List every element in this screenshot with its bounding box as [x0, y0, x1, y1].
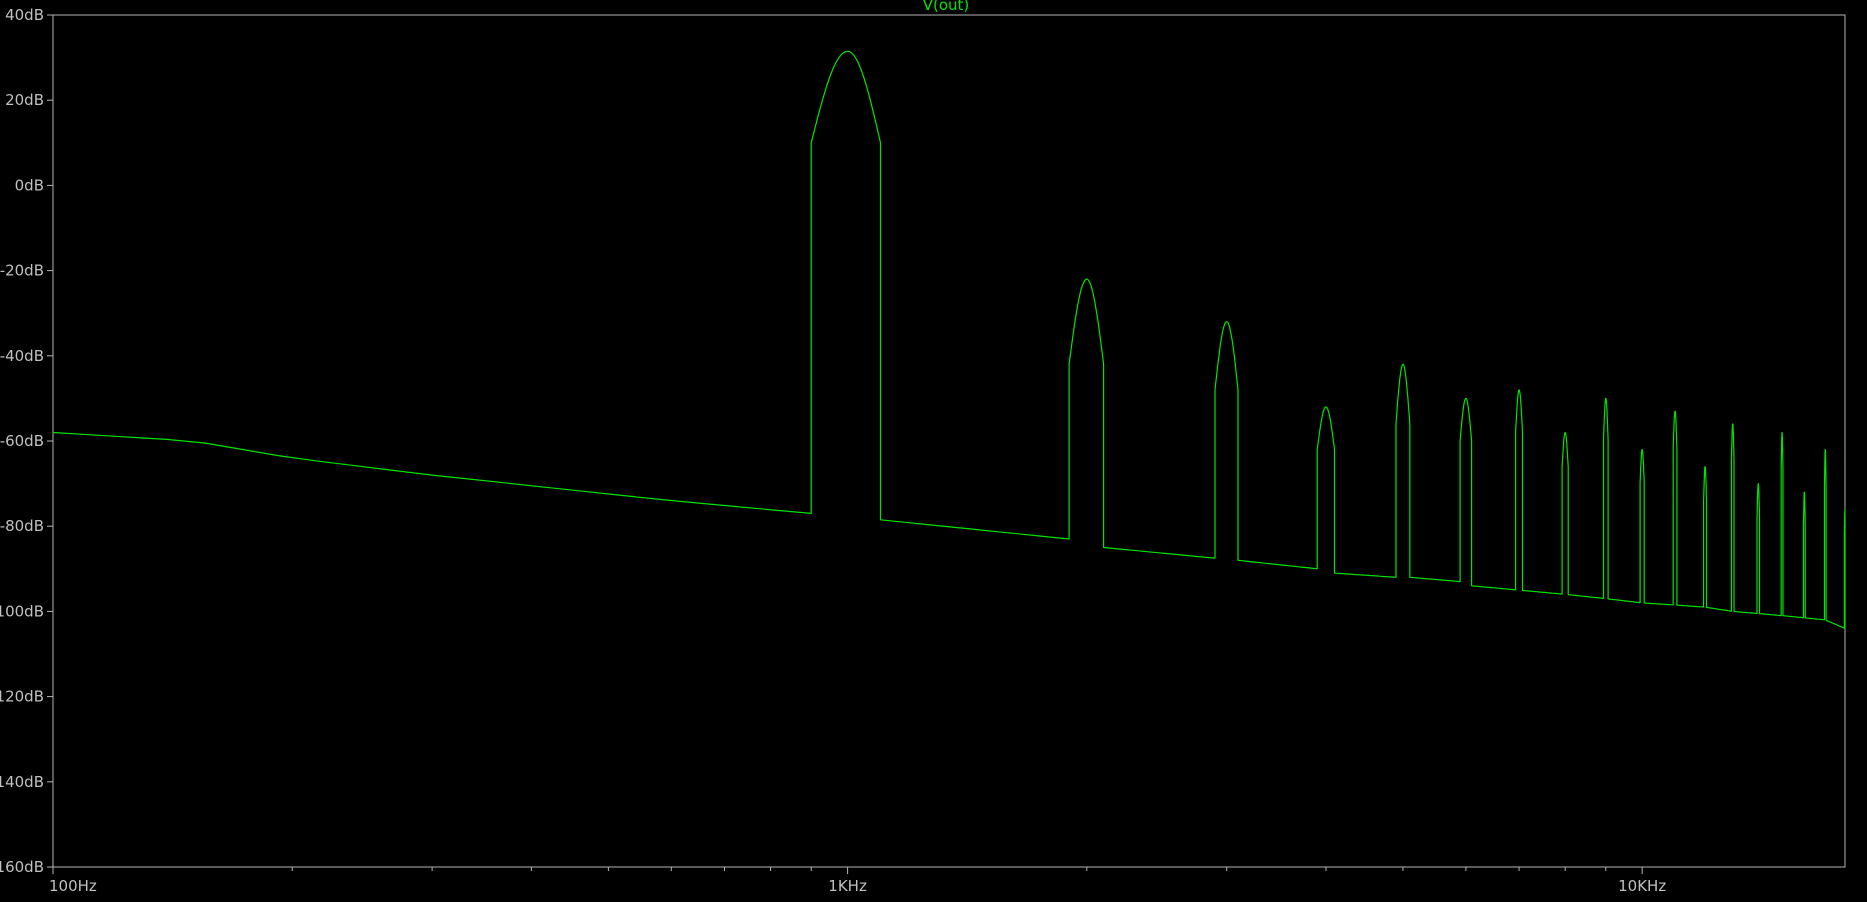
- y-tick-label: -80dB: [0, 517, 44, 535]
- x-tick-label: 10KHz: [1618, 877, 1666, 895]
- legend-series-label[interactable]: V(out): [923, 0, 970, 14]
- y-tick-label: -20dB: [0, 262, 44, 280]
- plot-window: 40dB 20dB 0dB -20dB -40dB -60dB -80dB -100dB -12…: [0, 0, 1867, 897]
- spectrum-chart: 40dB 20dB 0dB -20dB -40dB -60dB -80dB -100dB -12…: [0, 0, 1867, 897]
- y-tick-label: -40dB: [0, 347, 44, 365]
- x-tick-label: 100Hz: [49, 877, 97, 895]
- y-tick-label: 0dB: [15, 176, 44, 194]
- y-tick-label: -140dB: [0, 773, 44, 791]
- y-tick-label: 40dB: [5, 6, 44, 24]
- x-tick-label: 1KHz: [828, 877, 867, 895]
- y-tick-label: 20dB: [5, 91, 44, 109]
- plot-background: [0, 0, 1867, 897]
- y-tick-label: -100dB: [0, 602, 44, 620]
- y-tick-label: -160dB: [0, 858, 44, 876]
- y-tick-label: -120dB: [0, 688, 44, 706]
- y-tick-label: -60dB: [0, 432, 44, 450]
